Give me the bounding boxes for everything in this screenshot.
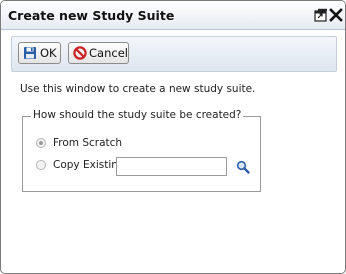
intro-text: Use this window to create a new study su… (20, 83, 256, 95)
window-title: Create new Study Suite (8, 8, 175, 23)
copy-existing-label[interactable]: Copy Existing (53, 159, 125, 171)
create-study-suite-window: Create new Study Suite OK Cancel Use thi… (0, 0, 346, 274)
creation-method-group: How should the study suite be created? F… (22, 109, 261, 192)
from-scratch-label[interactable]: From Scratch (53, 137, 122, 149)
cancel-label: Cancel (89, 46, 128, 60)
restore-window-icon[interactable] (314, 7, 328, 22)
window-titlebar[interactable]: Create new Study Suite (1, 1, 345, 30)
search-icon[interactable] (236, 159, 250, 174)
ok-button[interactable]: OK (18, 42, 61, 64)
save-disk-icon (23, 46, 37, 60)
toolbar: OK Cancel (11, 36, 337, 72)
cancel-button[interactable]: Cancel (68, 42, 129, 64)
close-icon[interactable] (329, 7, 343, 22)
creation-method-legend: How should the study suite be created? (31, 109, 244, 121)
cancel-circle-icon (73, 46, 87, 60)
copy-existing-input[interactable] (116, 157, 227, 176)
copy-existing-radio[interactable] (36, 160, 46, 170)
from-scratch-radio[interactable] (36, 138, 46, 148)
ok-label: OK (40, 46, 57, 60)
